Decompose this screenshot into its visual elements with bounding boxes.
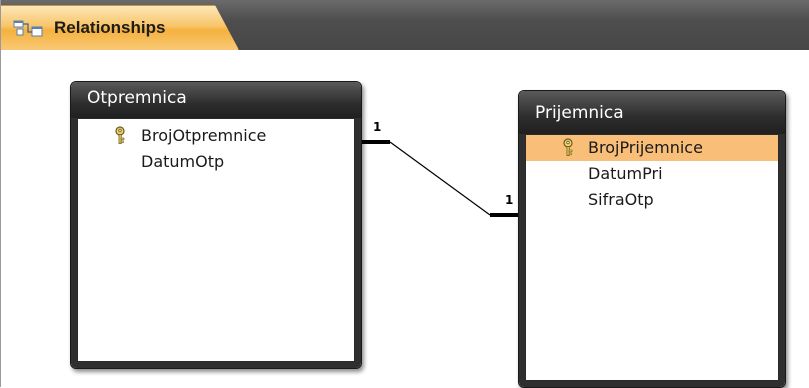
field-name: SifraOtp — [588, 190, 654, 209]
table-title-bar[interactable]: Otpremnica — [71, 82, 361, 118]
table-prijemnica[interactable]: Prijemnica BrojPrijemnice DatumPri Sifra… — [518, 90, 786, 388]
field-list[interactable]: BrojOtpremnice DatumOtp — [77, 118, 355, 362]
table-otpremnica[interactable]: Otpremnica BrojOtpremnice DatumOtp — [70, 81, 362, 369]
tab-label: Relationships — [54, 18, 166, 37]
relationships-icon — [13, 20, 43, 37]
field-row[interactable]: SifraOtp — [526, 187, 778, 213]
primary-key-icon — [563, 138, 573, 156]
relationships-canvas[interactable]: 1 1 Otpremnica BrojOtpremnice DatumOtp P… — [2, 50, 809, 388]
field-name: DatumOtp — [141, 152, 225, 171]
field-name: BrojPrijemnice — [588, 138, 703, 157]
field-row[interactable]: DatumOtp — [78, 149, 354, 175]
primary-key-icon — [115, 126, 125, 144]
field-row-selected[interactable]: BrojPrijemnice — [526, 135, 778, 161]
field-list[interactable]: BrojPrijemnice DatumPri SifraOtp — [525, 134, 779, 381]
cardinality-label-from: 1 — [373, 120, 382, 134]
field-name: DatumPri — [588, 164, 663, 183]
field-row[interactable]: DatumPri — [526, 161, 778, 187]
table-title: Otpremnica — [87, 88, 187, 108]
tab-relationships[interactable]: Relationships — [1, 5, 239, 50]
relationships-window: Relationships 1 1 Otpremnica BrojOtpremn… — [0, 0, 809, 388]
document-tab-strip: Relationships — [1, 0, 809, 50]
cardinality-label-to: 1 — [505, 193, 514, 207]
table-title-bar[interactable]: Prijemnica — [519, 91, 785, 134]
table-title: Prijemnica — [535, 103, 624, 123]
field-row[interactable]: BrojOtpremnice — [78, 123, 354, 149]
field-name: BrojOtpremnice — [141, 126, 267, 145]
